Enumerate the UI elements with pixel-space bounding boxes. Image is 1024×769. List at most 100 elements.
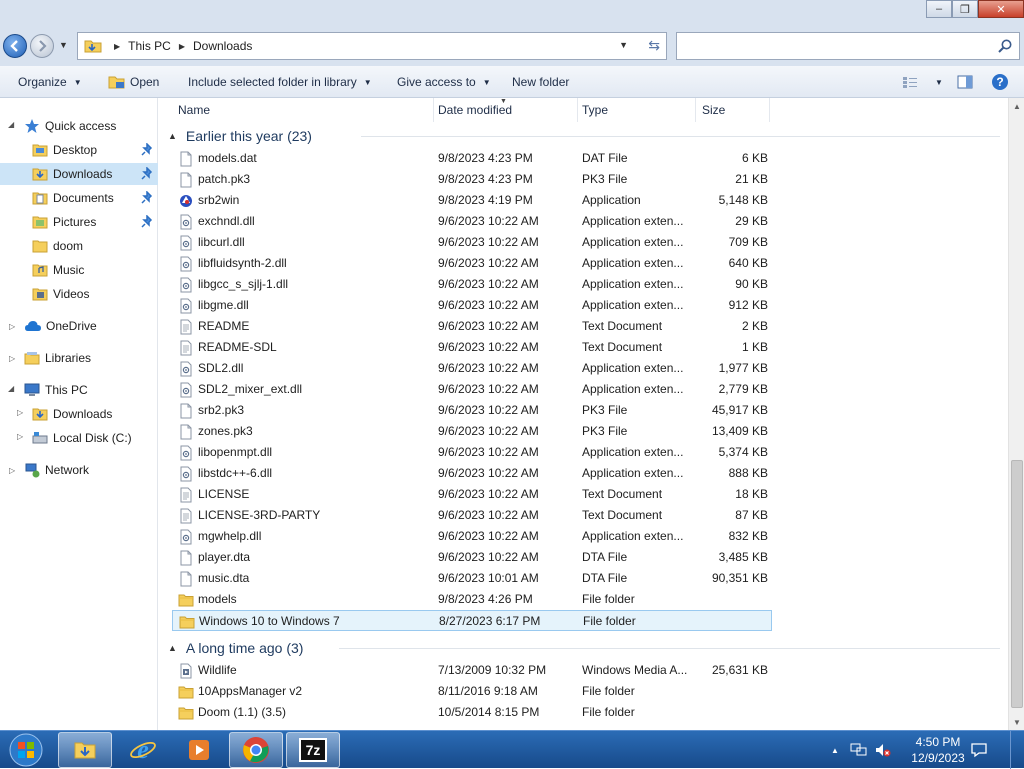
expand-arrow-icon[interactable]: ▷ [9,354,15,363]
file-row[interactable]: SDL2_mixer_ext.dll 9/6/2023 10:22 AM Appli… [172,379,772,400]
address-bar[interactable]: ▶ This PC ▶ Downloads ▼ ⇆ [77,32,667,60]
expand-arrow-icon[interactable]: ▷ [17,408,23,417]
file-row[interactable]: README 9/6/2023 10:22 AM Text Document 2 KB [172,316,772,337]
file-row[interactable]: Windows 10 to Windows 7 8/27/2023 6:17 PM… [172,610,772,631]
change-view-button[interactable] [902,66,918,98]
search-input[interactable] [681,36,981,56]
nav-pc-downloads[interactable]: Downloads [32,403,112,425]
file-row[interactable]: exchndl.dll 9/6/2023 10:22 AM Application … [172,211,772,232]
file-row[interactable]: SDL2.dll 9/6/2023 10:22 AM Application ext… [172,358,772,379]
window-controls: – ❐ ✕ [926,0,1024,20]
pin-icon[interactable] [140,167,154,181]
network-tray-icon[interactable] [850,741,868,759]
nav-network[interactable]: Network [24,459,89,481]
nav-item-downloads[interactable]: Downloads [0,163,158,185]
nav-this-pc[interactable]: This PC [24,379,88,401]
volume-muted-icon[interactable] [874,741,892,759]
include-in-library-menu[interactable]: Include selected folder in library ▼ [188,66,372,98]
file-row[interactable]: models.dat 9/8/2023 4:23 PM DAT File 6 KB [172,148,772,169]
preview-pane-button[interactable] [957,66,973,98]
group-header[interactable]: ▲ Earlier this year (23) [168,125,312,147]
search-icon[interactable] [997,38,1013,54]
expand-arrow-icon[interactable]: ▷ [9,322,15,331]
nav-local-disk[interactable]: Local Disk (C:) [32,427,132,449]
scroll-up-arrow[interactable]: ▲ [1009,98,1024,114]
help-button[interactable]: ? [991,66,1009,98]
nav-quick-access[interactable]: Quick access [24,115,116,137]
taskbar-file-explorer[interactable] [58,732,112,768]
collapse-arrow-icon[interactable]: ◢ [8,384,14,393]
collapse-group-icon[interactable]: ▲ [168,131,177,141]
nav-item-desktop[interactable]: Desktop [0,139,158,161]
file-row[interactable]: Doom (1.1) (3.5) 10/5/2014 8:15 PM File fo… [172,702,772,723]
breadcrumb-separator[interactable]: ▶ [114,42,120,51]
file-row[interactable]: srb2win 9/8/2023 4:19 PM Application 5,148 … [172,190,772,211]
nav-libraries[interactable]: Libraries [24,347,91,369]
expand-arrow-icon[interactable]: ◢ [8,120,14,129]
taskbar-chrome[interactable] [229,732,283,768]
organize-menu[interactable]: Organize ▼ [18,66,82,98]
file-row[interactable]: LICENSE-3RD-PARTY 9/6/2023 10:22 AM Text D… [172,505,772,526]
file-row[interactable]: Wildlife 7/13/2009 10:32 PM Windows Media … [172,660,772,681]
scrollbar-thumb[interactable] [1011,460,1023,708]
file-row[interactable]: zones.pk3 9/6/2023 10:22 AM PK3 File 13,409… [172,421,772,442]
view-dropdown[interactable]: ▼ [928,66,943,98]
minimize-button[interactable]: – [926,0,952,18]
action-center-icon[interactable] [970,741,988,759]
back-button[interactable] [3,34,27,58]
refresh-icon[interactable]: ⇆ [648,37,660,54]
expand-arrow-icon[interactable]: ▷ [17,432,23,441]
scroll-down-arrow[interactable]: ▼ [1009,714,1024,730]
file-row[interactable]: srb2.pk3 9/6/2023 10:22 AM PK3 File 45,917 … [172,400,772,421]
maximize-button[interactable]: ❐ [952,0,978,18]
pin-icon[interactable] [140,215,154,229]
nav-item-doom[interactable]: doom [0,235,158,257]
nav-onedrive[interactable]: OneDrive [24,315,97,337]
close-button[interactable]: ✕ [978,0,1024,18]
expand-arrow-icon[interactable]: ▷ [9,466,15,475]
new-folder-button[interactable]: New folder [512,66,569,98]
address-history-dropdown[interactable]: ▼ [619,40,628,50]
file-row[interactable]: 10AppsManager v2 8/11/2016 9:18 AM File fo… [172,681,772,702]
breadcrumb-this-pc[interactable]: This PC [128,39,171,53]
nav-item-pictures[interactable]: Pictures [0,211,158,233]
file-row[interactable]: libgme.dll 9/6/2023 10:22 AM Application e… [172,295,772,316]
file-row[interactable]: libstdc++-6.dll 9/6/2023 10:22 AM Applicat… [172,463,772,484]
give-access-menu[interactable]: Give access to ▼ [397,66,491,98]
file-row[interactable]: music.dta 9/6/2023 10:01 AM DTA File 90,351… [172,568,772,589]
column-name[interactable]: Name [172,98,434,122]
file-row[interactable]: LICENSE 9/6/2023 10:22 AM Text Document 18 … [172,484,772,505]
nav-item-documents[interactable]: Documents [0,187,158,209]
file-row[interactable]: models 9/8/2023 4:26 PM File folder [172,589,772,610]
recent-locations-dropdown[interactable]: ▼ [59,40,68,50]
taskbar-7zip[interactable]: 7z [286,732,340,768]
vertical-scrollbar[interactable]: ▲ ▼ [1008,98,1024,730]
open-button[interactable]: Open [108,66,159,98]
breadcrumb-separator[interactable]: ▶ [179,42,185,51]
group-header[interactable]: ▲ A long time ago (3) [168,637,303,659]
clock[interactable]: 4:50 PM 12/9/2023 [902,734,974,766]
taskbar-media-player[interactable] [172,732,226,768]
pin-icon[interactable] [140,191,154,205]
nav-item-music[interactable]: Music [0,259,158,281]
file-row[interactable]: mgwhelp.dll 9/6/2023 10:22 AM Application … [172,526,772,547]
breadcrumb-downloads[interactable]: Downloads [193,39,252,53]
nav-item-videos[interactable]: Videos [0,283,158,305]
file-row[interactable]: libopenmpt.dll 9/6/2023 10:22 AM Applicati… [172,442,772,463]
file-row[interactable]: libcurl.dll 9/6/2023 10:22 AM Application … [172,232,772,253]
file-row[interactable]: player.dta 9/6/2023 10:22 AM DTA File 3,485… [172,547,772,568]
search-box[interactable] [676,32,1020,60]
column-type[interactable]: Type [576,98,696,122]
pin-icon[interactable] [140,143,154,157]
collapse-group-icon[interactable]: ▲ [168,643,177,653]
column-size[interactable]: Size [696,98,770,122]
taskbar-internet-explorer[interactable]: e [116,732,170,768]
file-row[interactable]: patch.pk3 9/8/2023 4:23 PM PK3 File 21 KB [172,169,772,190]
show-desktop-button[interactable] [1010,731,1024,769]
file-row[interactable]: libgcc_s_sjlj-1.dll 9/6/2023 10:22 AM Appl… [172,274,772,295]
file-row[interactable]: README-SDL 9/6/2023 10:22 AM Text Document… [172,337,772,358]
start-button[interactable] [4,732,48,768]
file-row[interactable]: libfluidsynth-2.dll 9/6/2023 10:22 AM Appl… [172,253,772,274]
show-hidden-icons[interactable]: ▲ [826,741,844,759]
forward-button[interactable] [30,34,54,58]
